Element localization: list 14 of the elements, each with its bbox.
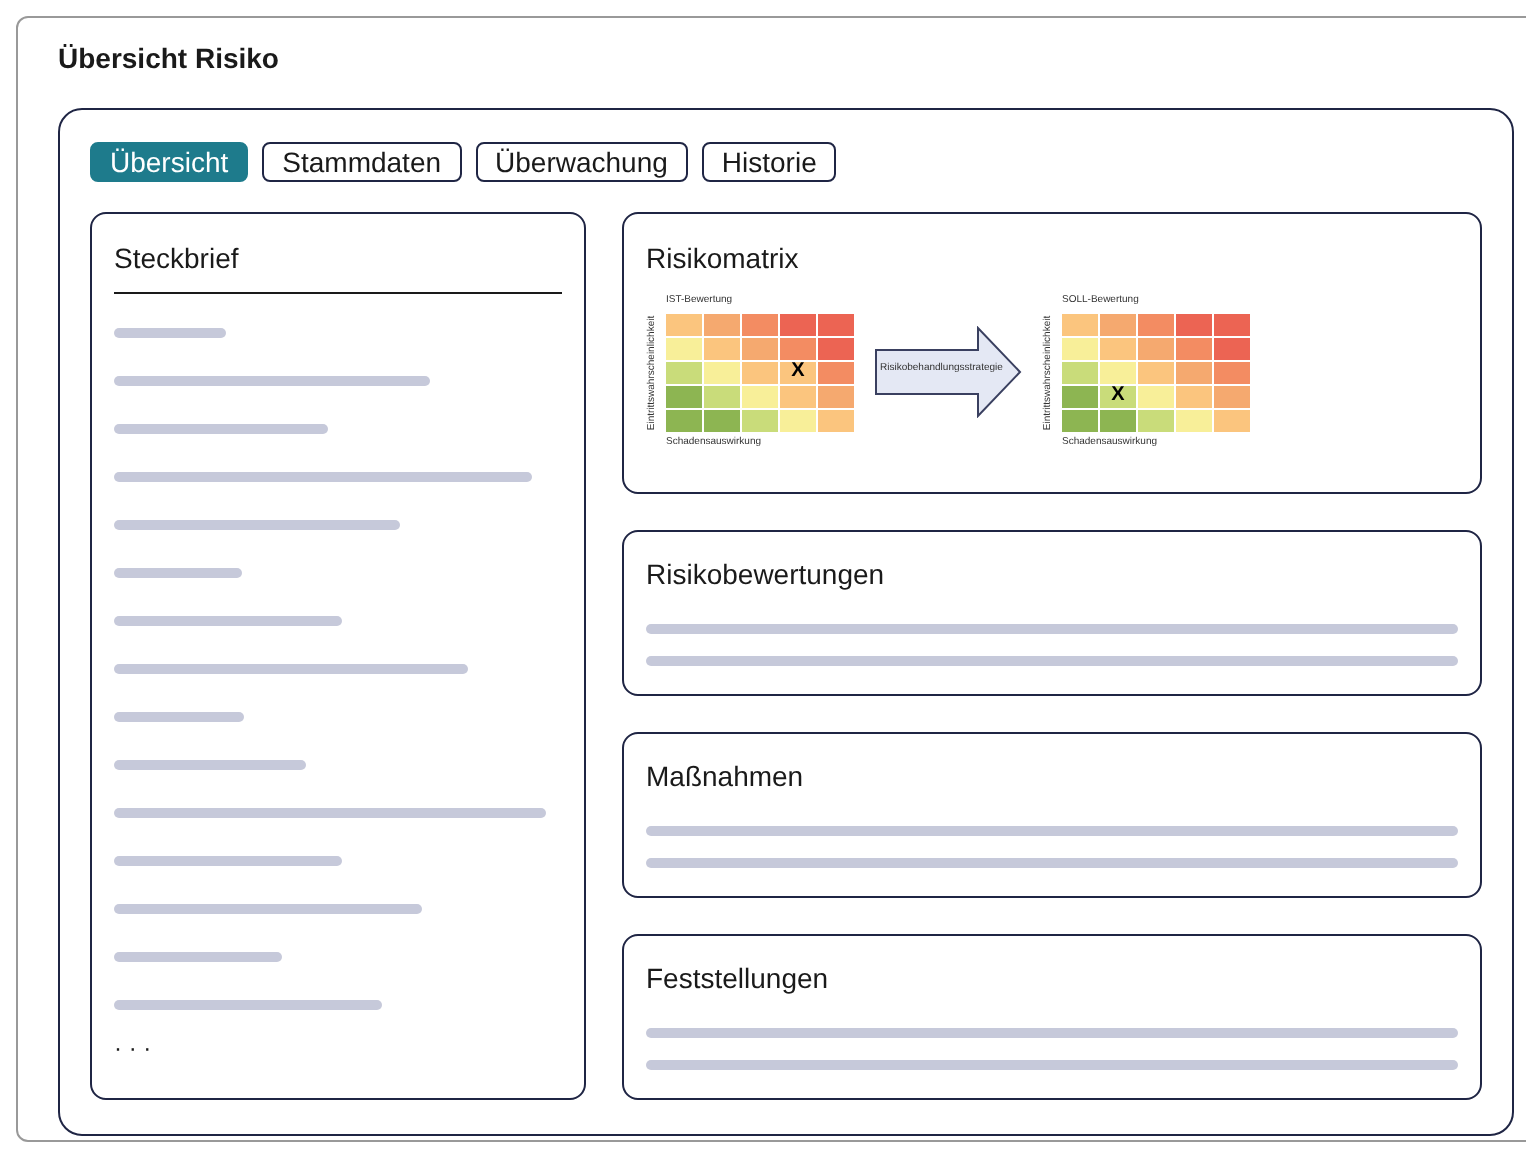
tab[interactable]: Übersicht — [90, 142, 249, 182]
arrow-icon — [874, 326, 1022, 418]
tab[interactable]: Stammdaten — [262, 142, 462, 182]
card-title: Risikomatrix — [646, 240, 801, 278]
tab[interactable]: Überwachung — [475, 142, 688, 182]
matrix-cell: X — [1100, 385, 1136, 407]
tab[interactable]: Historie — [701, 142, 837, 182]
card-title: Risikobewertungen — [646, 556, 887, 594]
card-title: Feststellungen — [646, 960, 831, 998]
ellipsis-text: · · · — [114, 1032, 154, 1066]
card-title: Steckbrief — [114, 238, 562, 294]
page-title: Übersicht Risiko — [58, 40, 281, 78]
matrix-cell: X — [780, 361, 816, 383]
card-title: Maßnahmen — [646, 758, 806, 796]
